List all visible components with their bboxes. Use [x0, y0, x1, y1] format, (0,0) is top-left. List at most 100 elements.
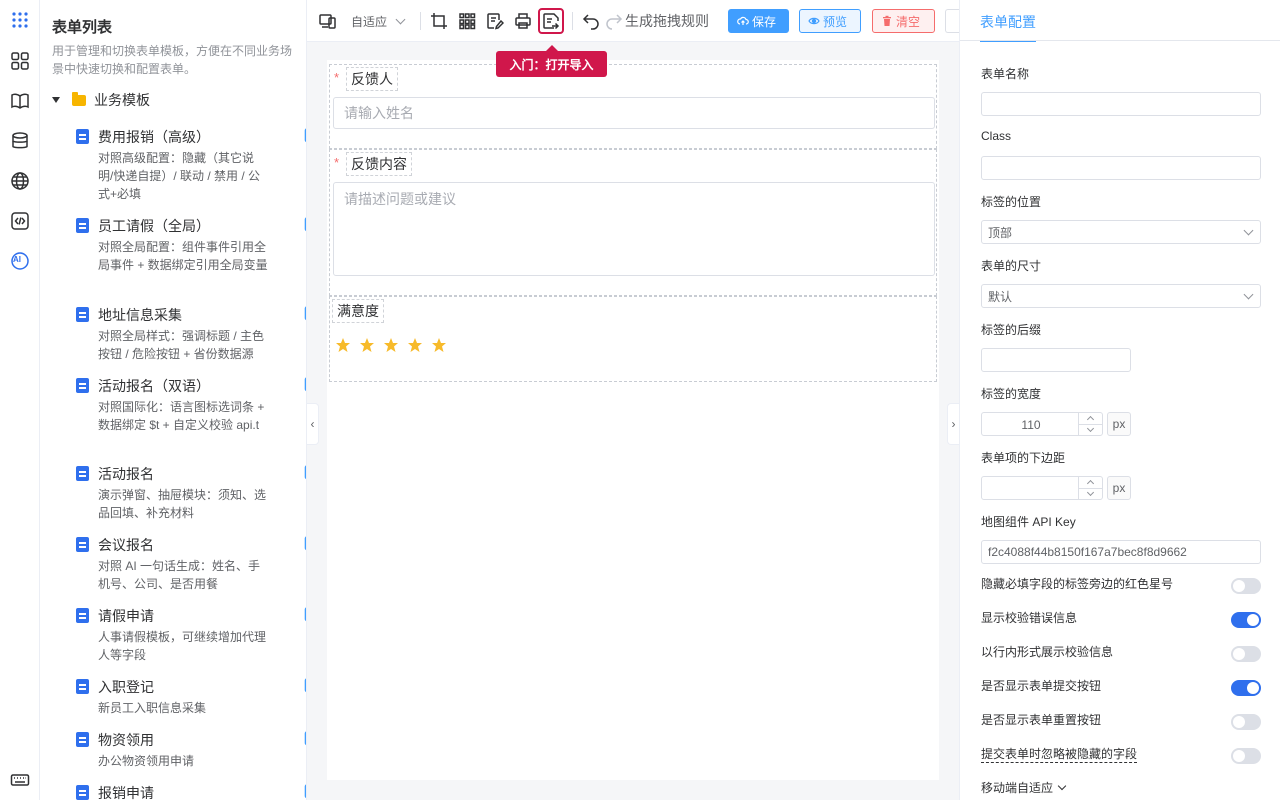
field-feedback-content[interactable]: * 反馈内容 请描述问题或建议 — [329, 149, 937, 296]
star-icon[interactable] — [335, 337, 351, 353]
item-margin-stepper[interactable] — [981, 476, 1103, 500]
label-position-value: 顶部 — [988, 225, 1013, 240]
chevron-left-icon: ‹ — [310, 417, 315, 431]
show-reset-button-switch[interactable] — [1231, 714, 1261, 730]
device-select[interactable]: 自适应 — [351, 11, 409, 31]
class-input[interactable] — [981, 156, 1261, 180]
template-name: 会议报名 — [98, 537, 154, 553]
stepper-controls[interactable] — [1078, 413, 1103, 435]
star-icon[interactable] — [431, 337, 447, 353]
form-name-input[interactable] — [981, 92, 1261, 116]
hide-required-asterisk-switch[interactable] — [1231, 578, 1261, 594]
label-width-stepper[interactable]: 110 — [981, 412, 1103, 436]
label-suffix-input[interactable] — [981, 348, 1131, 372]
star-icon[interactable] — [359, 337, 375, 353]
import-button[interactable] — [538, 8, 564, 34]
chevron-up-icon[interactable] — [1086, 415, 1095, 424]
switch-label: 是否显示表单重置按钮 — [981, 713, 1102, 727]
star-icon[interactable] — [383, 337, 399, 353]
folder-icon — [72, 91, 86, 106]
form-name-label: 表单名称 — [981, 67, 1030, 81]
clear-button[interactable]: 清空 — [872, 9, 935, 33]
template-desc: 对照全局样式：强调标题 / 主色按钮 / 危险按钮 + 省份数据源 — [98, 329, 265, 361]
panel-title: 表单列表 — [52, 19, 113, 36]
template-name: 费用报销（高级） — [98, 129, 210, 145]
save-button[interactable]: 保存 — [728, 9, 789, 33]
keyboard-icon[interactable] — [8, 768, 32, 792]
chevron-down-icon — [1243, 225, 1254, 236]
globe-icon[interactable] — [8, 169, 32, 193]
label-suffix-label: 标签的后缀 — [981, 323, 1042, 337]
print-icon[interactable] — [514, 11, 532, 31]
map-key-label: 地图组件 API Key — [981, 515, 1076, 529]
generate-rule-button[interactable]: 生成拖拽规则 — [625, 11, 709, 31]
content-textarea[interactable]: 请描述问题或建议 — [333, 182, 935, 276]
rate-stars[interactable] — [335, 337, 447, 353]
template-desc: 对照全局配置：组件事件引用全局事件 + 数据绑定引用全局变量 — [98, 240, 268, 272]
template-desc: 演示弹窗、抽屉模块：须知、选品回填、补充材料 — [98, 488, 267, 520]
mobile-adaptive-toggle[interactable]: 移动端自适应 — [981, 779, 1067, 796]
template-name: 活动报名 — [98, 466, 154, 482]
chevron-down-icon[interactable] — [1086, 424, 1095, 433]
label-width-label: 标签的宽度 — [981, 387, 1042, 401]
field-satisfaction[interactable]: 满意度 — [329, 296, 937, 382]
grid-icon[interactable] — [458, 11, 476, 31]
stepper-controls[interactable] — [1078, 477, 1103, 499]
caret-down-icon[interactable] — [52, 97, 60, 103]
switch-label: 显示校验错误信息 — [981, 611, 1078, 625]
field-feedback-person[interactable]: * 反馈人 请输入姓名 — [329, 64, 937, 149]
required-mark: * — [334, 155, 340, 170]
show-submit-button-switch[interactable] — [1231, 680, 1261, 696]
onboarding-tooltip: 入门：打开导入 — [496, 45, 607, 77]
template-name: 报销申请 — [98, 785, 154, 800]
collapse-left-panel-button[interactable]: ‹ — [307, 403, 319, 445]
document-icon — [76, 307, 89, 322]
switch-label: 提交表单时忽略被隐藏的字段 — [981, 747, 1138, 763]
book-icon[interactable] — [8, 89, 32, 113]
eye-icon — [808, 17, 820, 25]
device-icon[interactable] — [319, 11, 337, 31]
edit-form-icon[interactable] — [486, 11, 504, 31]
document-icon — [76, 732, 89, 747]
widgets-icon[interactable] — [8, 49, 32, 73]
design-canvas-area: * 反馈人 请输入姓名 * 反馈内容 请描述问题或建议 满意度 — [307, 42, 959, 800]
inline-validation-switch[interactable] — [1231, 646, 1261, 662]
show-validation-error-switch[interactable] — [1231, 612, 1261, 628]
ignore-hidden-fields-switch[interactable] — [1231, 748, 1261, 764]
device-select-value: 自适应 — [351, 14, 388, 29]
apps-grid-icon[interactable] — [8, 8, 32, 32]
template-name: 物资领用 — [98, 732, 154, 748]
template-desc: 人事请假模板，可继续增加代理人等字段 — [98, 630, 267, 662]
trash-icon — [883, 15, 891, 26]
crop-icon[interactable] — [430, 11, 448, 31]
document-icon — [76, 378, 89, 393]
chevron-up-icon[interactable] — [1086, 479, 1095, 488]
star-icon[interactable] — [407, 337, 423, 353]
field-label: 反馈人 — [346, 67, 398, 91]
field-label: 反馈内容 — [346, 152, 412, 176]
code-icon[interactable] — [8, 209, 32, 233]
preview-button[interactable]: 预览 — [799, 9, 861, 33]
folder-business-templates[interactable]: 业务模板 — [52, 90, 150, 110]
chevron-down-icon[interactable] — [1086, 488, 1095, 497]
chevron-down-icon — [395, 14, 406, 24]
name-input[interactable]: 请输入姓名 — [333, 97, 935, 129]
template-name: 活动报名（双语） — [98, 378, 210, 394]
label-width-value: 110 — [1021, 418, 1041, 432]
ai-icon[interactable]: AI — [8, 249, 32, 273]
redo-icon[interactable] — [605, 11, 623, 31]
form-canvas: * 反馈人 请输入姓名 * 反馈内容 请描述问题或建议 满意度 — [327, 60, 939, 780]
save-label: 保存 — [752, 14, 777, 29]
required-mark: * — [334, 70, 340, 85]
designer-toolbar: 自适应 生成拖拽规则 保存 预览 清空 — [307, 0, 962, 42]
map-key-input[interactable]: f2c4088f44b8150f167a7bec8f8d9662 — [981, 540, 1261, 564]
template-list-panel: 表单列表 用于管理和切换表单模板，方便在不同业务场景中快速切换和配置表单。 业务… — [40, 0, 307, 800]
collapse-right-panel-button[interactable]: › — [947, 403, 959, 445]
switch-label: 是否显示表单提交按钮 — [981, 679, 1102, 693]
undo-icon[interactable] — [582, 11, 600, 31]
form-size-select[interactable]: 默认 — [981, 284, 1261, 308]
document-icon — [76, 218, 89, 233]
label-position-select[interactable]: 顶部 — [981, 220, 1261, 244]
tab-form-config[interactable]: 表单配置 — [980, 12, 1036, 42]
database-icon[interactable] — [8, 129, 32, 153]
